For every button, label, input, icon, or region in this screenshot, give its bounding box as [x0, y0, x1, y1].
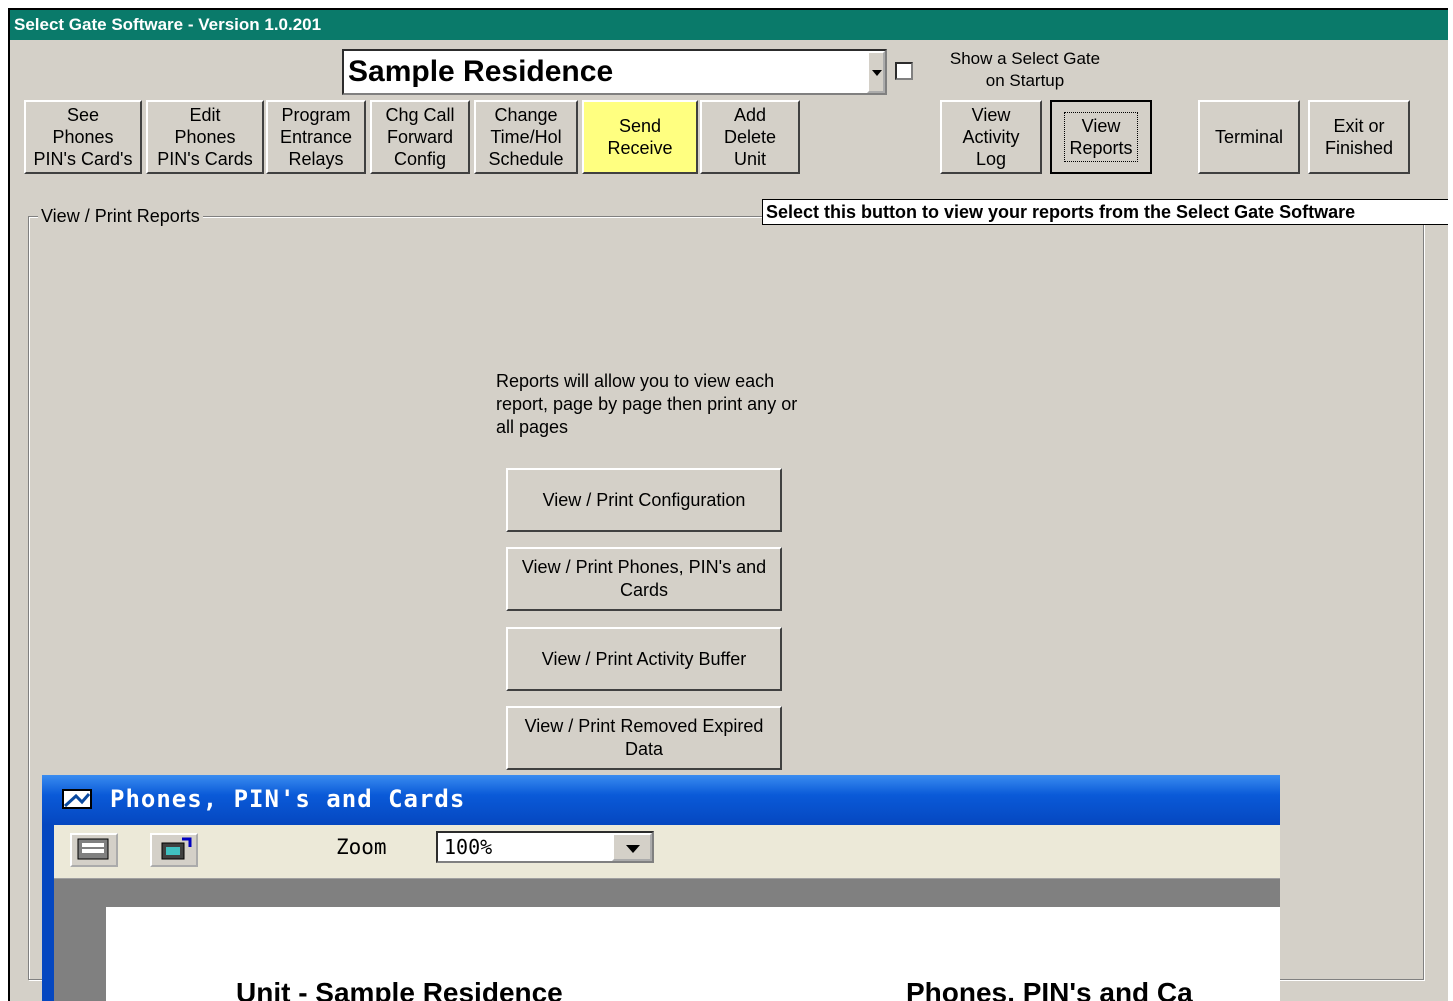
preview-title: Phones, PIN's and Cards: [110, 785, 466, 813]
report-icon: [62, 789, 92, 809]
view-print-phones-button[interactable]: View / Print Phones, PIN's and Cards: [506, 547, 782, 611]
zoom-select[interactable]: 100%: [436, 831, 654, 863]
report-heading-title: Phones, PIN's and Ca: [906, 977, 1193, 1001]
chg-call-forward-button[interactable]: Chg Call Forward Config: [370, 100, 470, 174]
reports-group-label: View / Print Reports: [38, 206, 203, 227]
terminal-button[interactable]: Terminal: [1198, 100, 1300, 174]
site-selector-value: Sample Residence: [348, 55, 614, 88]
view-reports-label: View Reports: [1064, 112, 1138, 162]
preview-title-bar: Phones, PIN's and Cards: [42, 775, 1280, 825]
edit-phones-button[interactable]: Edit Phones PIN's Cards: [146, 100, 264, 174]
view-print-configuration-button[interactable]: View / Print Configuration: [506, 468, 782, 532]
view-print-activity-buffer-button[interactable]: View / Print Activity Buffer: [506, 627, 782, 691]
view-activity-log-button[interactable]: View Activity Log: [940, 100, 1042, 174]
report-heading-unit: Unit - Sample Residence: [236, 977, 563, 1001]
reports-description: Reports will allow you to view each repo…: [496, 371, 798, 437]
export-icon: [161, 837, 192, 860]
site-selector[interactable]: Sample Residence: [342, 49, 887, 95]
see-phones-button[interactable]: See Phones PIN's Card's: [24, 100, 142, 174]
startup-checkbox-label: Show a Select Gate on Startup: [949, 49, 1101, 90]
view-print-removed-data-button[interactable]: View / Print Removed Expired Data: [506, 706, 782, 770]
send-receive-button[interactable]: Send Receive: [582, 100, 698, 174]
export-button[interactable]: [150, 833, 198, 867]
zoom-label: Zoom: [336, 835, 387, 859]
change-schedule-button[interactable]: Change Time/Hol Schedule: [474, 100, 578, 174]
preview-toolbar: Zoom 100%: [54, 825, 1280, 879]
zoom-value: 100%: [444, 835, 493, 859]
startup-checkbox[interactable]: [895, 62, 913, 80]
window-title: Select Gate Software - Version 1.0.201: [10, 10, 1448, 40]
window-frame: [42, 825, 54, 1001]
chevron-down-icon[interactable]: [867, 51, 885, 93]
tooltip: Select this button to view your reports …: [762, 199, 1448, 225]
chevron-down-icon[interactable]: [612, 833, 652, 861]
print-button[interactable]: [70, 833, 118, 867]
add-delete-unit-button[interactable]: Add Delete Unit: [700, 100, 800, 174]
view-reports-button[interactable]: View Reports: [1050, 100, 1152, 174]
exit-button[interactable]: Exit or Finished: [1308, 100, 1410, 174]
preview-window: Phones, PIN's and Cards Zoom 100% Unit -…: [42, 775, 1280, 1001]
program-relays-button[interactable]: Program Entrance Relays: [266, 100, 366, 174]
printer-icon: [77, 838, 109, 860]
